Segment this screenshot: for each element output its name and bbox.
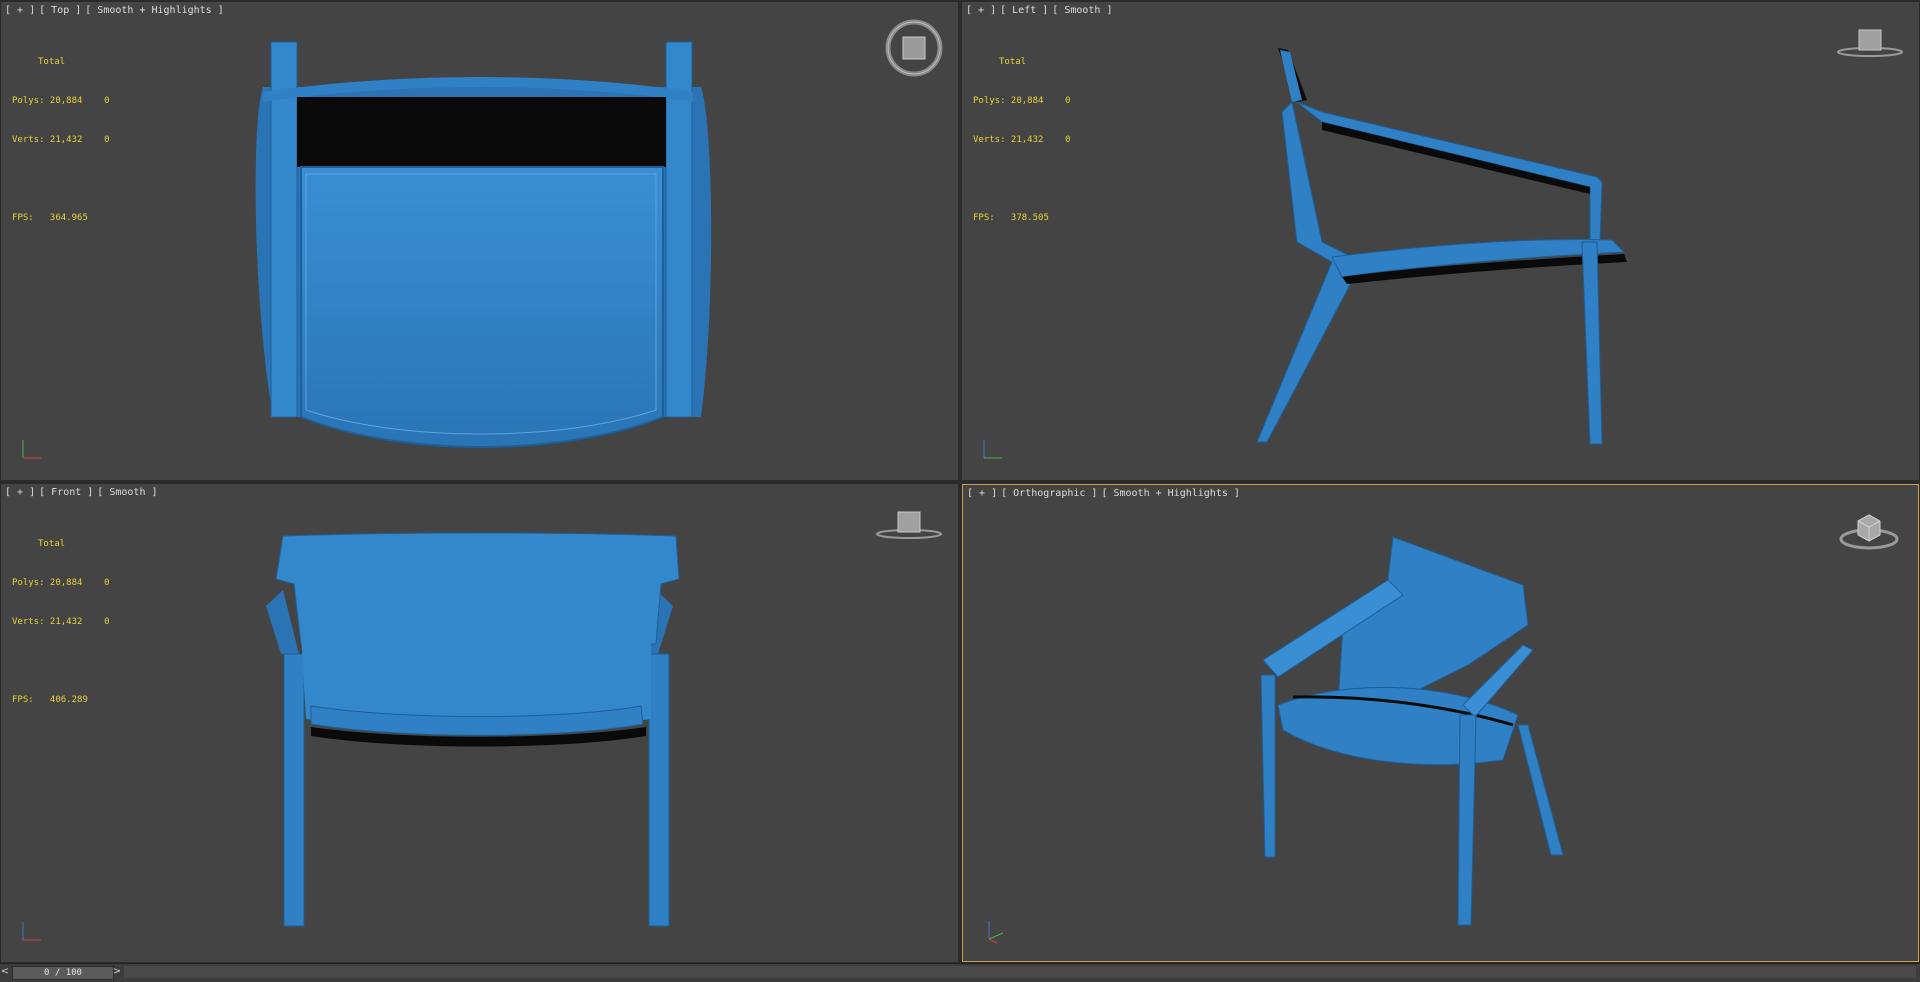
- timeline-track[interactable]: [124, 966, 1916, 978]
- axis-tripod-icon: [988, 921, 1004, 944]
- chair-left-view: [1256, 48, 1627, 445]
- previous-frame-button[interactable]: <: [0, 966, 10, 978]
- time-slider-bar: < 0 / 100 >: [0, 963, 1920, 982]
- axis-tripod-icon: [983, 440, 1002, 459]
- axis-tripod-icon: [22, 440, 41, 459]
- chair-top-view: [255, 41, 712, 448]
- viewport-top[interactable]: [ + ][ Top ][ Smooth + Highlights ] Tota…: [1, 2, 958, 480]
- chair-front-view: [266, 532, 680, 927]
- chair-3d-view: [1260, 536, 1564, 926]
- viewport-front[interactable]: [ + ][ Front ][ Smooth ] Total Polys: 20…: [1, 484, 958, 962]
- viewport-left[interactable]: [ + ][ Left ][ Smooth ] Total Polys: 20,…: [962, 2, 1919, 480]
- axis-tripod-icon: [22, 922, 41, 941]
- viewport-orthographic[interactable]: [ + ][ Orthographic ][ Smooth + Highligh…: [962, 484, 1919, 962]
- time-slider[interactable]: 0 / 100: [12, 966, 114, 980]
- next-frame-button[interactable]: >: [112, 966, 122, 978]
